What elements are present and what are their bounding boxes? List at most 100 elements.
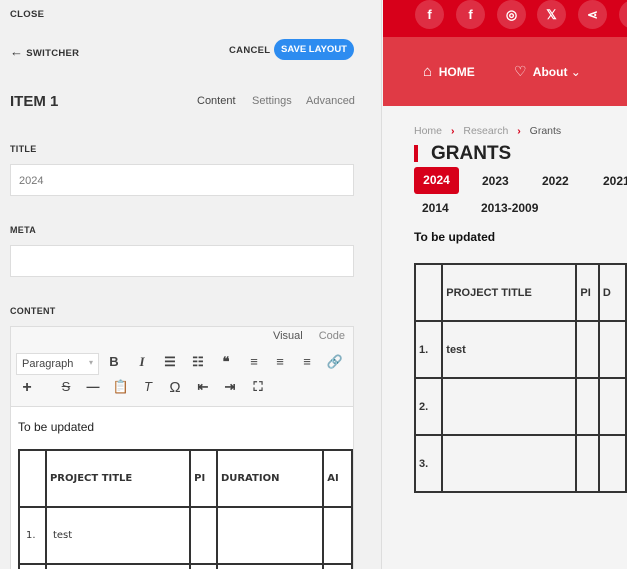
code-tab[interactable]: Code [319,330,345,342]
tab-content[interactable]: Content [197,95,236,107]
year-tab-2022[interactable]: 2022 [542,174,569,188]
insert-plus-icon[interactable]: + [17,379,37,397]
table-cell: 1. [18,506,47,565]
editor-text: To be updated [18,420,95,434]
paste-text-icon[interactable]: 📋 [111,379,131,395]
year-tab-2014[interactable]: 2014 [422,201,449,215]
instagram-icon[interactable]: ◎ [497,0,526,29]
tab-advanced[interactable]: Advanced [306,95,355,107]
breadcrumb-research[interactable]: Research [463,125,508,137]
align-left-icon[interactable]: ≡ [244,354,264,369]
special-char-icon[interactable]: Ω [165,379,185,396]
meta-input[interactable] [10,245,354,277]
clear-format-icon[interactable]: T [138,379,158,394]
chevron-right-icon: › [517,125,521,137]
table-header: D [597,263,627,322]
switcher-label: SWITCHER [26,48,80,59]
facebook-icon[interactable]: f [415,0,444,29]
title-label: TITLE [10,144,37,154]
table-cell: 3. [413,434,444,493]
item-title: ITEM 1 [10,93,59,110]
breadcrumb-home[interactable]: Home [414,125,442,137]
blockquote-icon[interactable]: ❝ [216,354,236,370]
table-cell: 2. [413,377,444,436]
table-cell [575,320,600,379]
meta-label: META [10,225,37,235]
table-cell: test [441,320,578,379]
chevron-down-icon: ⌄ [570,65,581,79]
close-button[interactable]: CLOSE [10,9,44,20]
x-twitter-icon[interactable]: 𝕏 [537,0,566,29]
table-cell [441,434,578,493]
table-cell [575,434,600,493]
dropdown-icon: ▾ [88,358,93,367]
bullet-list-icon[interactable]: ☰ [160,354,180,370]
nav-label: About [532,65,568,79]
nav-label: HOME [438,65,475,79]
editor-table: PROJECT TITLE PI DURATION AI 1. test [18,449,353,569]
nav-about[interactable]: ♡ About ⌄ [514,63,581,80]
switcher-button[interactable]: ← SWITCHER [10,44,79,59]
layout-editor-panel: CLOSE ← SWITCHER CANCEL SAVE LAYOUT ITEM… [0,0,382,569]
table-cell: test [44,506,192,565]
table-row: 2. [413,377,627,436]
table-cell [189,506,218,565]
tab-settings[interactable]: Settings [252,95,292,107]
content-editor[interactable]: Visual Code Paragraph ▾ B I ☰ ☷ ❝ ≡ ≡ ≡ 🔗 … [10,326,354,569]
table-cell [413,263,444,322]
nav-home[interactable]: ⌂ HOME [423,63,475,80]
fullscreen-icon[interactable]: ⛶ [248,379,268,395]
editor-toolbar: Visual Code Paragraph ▾ B I ☰ ☷ ❝ ≡ ≡ ≡ 🔗 … [11,327,353,407]
heart-icon: ♡ [514,63,527,79]
social-icon[interactable]: ○ [619,0,627,29]
numbered-list-icon[interactable]: ☷ [188,354,208,370]
horizontal-line-icon[interactable]: — [83,379,103,394]
table-cell [322,506,353,565]
title-accent-bar [414,145,418,162]
year-tab-2021[interactable]: 2021 [603,174,627,188]
table-header: AI [322,449,353,508]
table-row: 3. [413,434,627,493]
visual-tab[interactable]: Visual [273,330,303,342]
breadcrumb: Home › Research › Grants [414,125,561,137]
table-cell [597,434,627,493]
facebook-icon[interactable]: f [456,0,485,29]
year-tab-2013-2009[interactable]: 2013-2009 [481,201,538,215]
align-right-icon[interactable]: ≡ [297,354,317,369]
share-icon[interactable]: ⋖ [578,0,607,29]
year-tab-2023[interactable]: 2023 [482,174,509,188]
strikethrough-icon[interactable]: S [56,379,76,394]
table-row: 1. test [413,320,627,379]
page-title: GRANTS [431,143,512,164]
cancel-button[interactable]: CANCEL [229,45,270,56]
table-cell: 1. [413,320,444,379]
outdent-icon[interactable]: ⇤ [193,379,213,395]
year-tab-2024[interactable]: 2024 [414,167,459,194]
align-center-icon[interactable]: ≡ [270,354,290,369]
home-icon: ⌂ [423,63,433,80]
indent-icon[interactable]: ⇥ [220,379,240,395]
title-input[interactable]: 2024 [10,164,354,196]
arrow-left-icon: ← [10,44,24,59]
table-header: PROJECT TITLE [441,263,578,322]
link-icon[interactable]: 🔗 [325,354,345,370]
table-cell [18,449,47,508]
chevron-right-icon: › [450,125,455,137]
format-select[interactable]: Paragraph ▾ [16,353,99,375]
table-header-row: PROJECT TITLE PI DURATION AI [18,449,353,508]
save-layout-button[interactable]: SAVE LAYOUT [274,39,354,60]
table-cell [575,377,600,436]
table-header: PI [189,449,218,508]
grants-text: To be updated [414,230,496,244]
table-header: DURATION [215,449,325,508]
breadcrumb-current: Grants [529,125,562,137]
table-cell [441,377,578,436]
bold-icon[interactable]: B [104,354,124,369]
italic-icon[interactable]: I [132,354,152,370]
grants-table: PROJECT TITLE PI D 1. test 2. 3. [413,263,627,493]
table-header: PROJECT TITLE [44,449,192,508]
table-cell [597,320,627,379]
table-cell [597,377,627,436]
content-label: CONTENT [10,306,56,316]
social-bar: f f ◎ 𝕏 ⋖ ○ [383,0,627,37]
